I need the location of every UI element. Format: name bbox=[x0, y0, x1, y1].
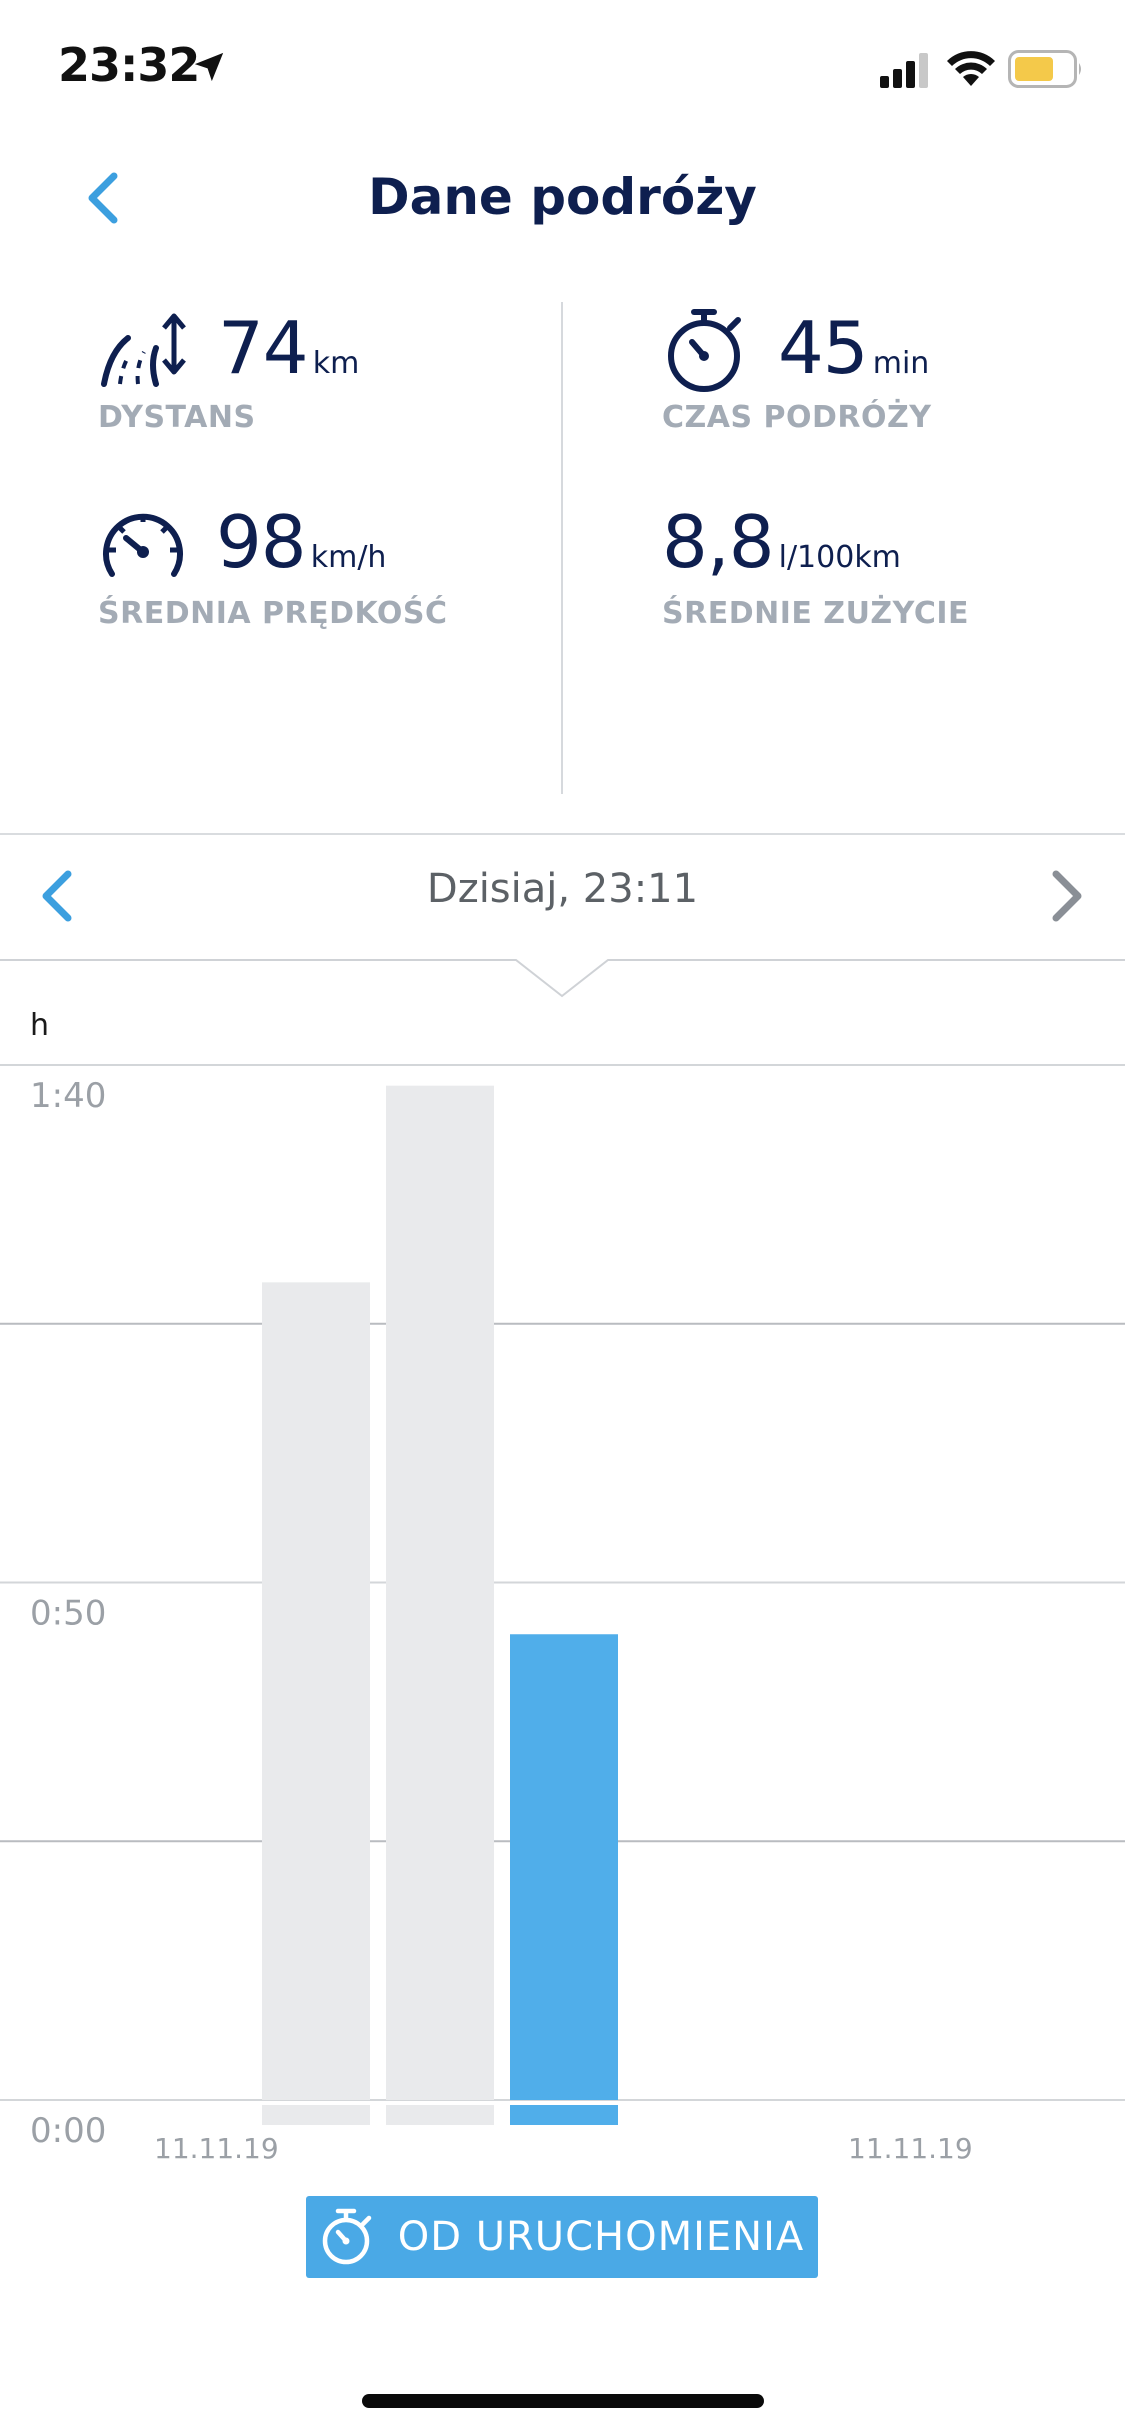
road-distance-icon bbox=[101, 313, 186, 387]
chart-bar-2 bbox=[386, 1085, 494, 2100]
travel-time-label: CZAS PODRÓŻY bbox=[662, 400, 932, 435]
since-start-button[interactable]: OD URUCHOMIENIA bbox=[306, 2196, 818, 2278]
battery-icon bbox=[1008, 50, 1081, 88]
distance-value: 74 bbox=[218, 306, 309, 390]
avg-consumption-value-group: 8,8 l/100km bbox=[662, 500, 901, 584]
chart-bar-base-2 bbox=[386, 2105, 494, 2125]
avg-consumption-unit: l/100km bbox=[778, 540, 901, 575]
chart-x-date-label: 11.11.19 bbox=[154, 2132, 279, 2165]
page-title: Dane podróży bbox=[368, 168, 757, 226]
stats-divider bbox=[561, 302, 563, 794]
location-arrow-icon bbox=[194, 52, 224, 82]
chart-ytick-label: 0:50 bbox=[30, 1594, 106, 1634]
avg-consumption-label: ŚREDNIE ZUŻYCIE bbox=[662, 596, 970, 631]
date-label: Dzisiaj, 23:11 bbox=[426, 866, 699, 912]
chart-bar-base-3 bbox=[510, 2105, 618, 2125]
wifi-icon bbox=[947, 51, 995, 86]
home-indicator bbox=[362, 2394, 764, 2408]
distance-value-group: 74 km bbox=[218, 306, 359, 390]
travel-time-value: 45 bbox=[778, 306, 869, 390]
stopwatch-icon bbox=[668, 309, 741, 392]
chart-ytick-label: 1:40 bbox=[30, 1076, 106, 1116]
avg-speed-label: ŚREDNIA PRĘDKOŚĆ bbox=[98, 596, 448, 631]
cellular-signal-icon bbox=[880, 53, 928, 88]
stopwatch-icon bbox=[322, 2208, 371, 2265]
avg-speed-value-group: 98 km/h bbox=[216, 500, 386, 584]
travel-time-value-group: 45 min bbox=[778, 306, 929, 390]
avg-consumption-value: 8,8 bbox=[662, 500, 775, 584]
trip-duration-chart: 1:40 0:50 0:00 11.11.19 11.11.19 bbox=[0, 1064, 1125, 2165]
status-time: 23:32 bbox=[58, 38, 200, 92]
chart-x-date-label: 11.11.19 bbox=[848, 2132, 973, 2165]
avg-speed-unit: km/h bbox=[310, 540, 387, 575]
avg-speed-value: 98 bbox=[216, 500, 307, 584]
chart-bar-1 bbox=[262, 1282, 370, 2100]
chart-bar-base-1 bbox=[262, 2105, 370, 2125]
date-nav-top-divider bbox=[0, 833, 1125, 835]
chart-bar-3 bbox=[510, 1634, 618, 2100]
chart-ytick-label: 0:00 bbox=[30, 2111, 106, 2151]
speedometer-icon bbox=[103, 513, 183, 577]
travel-time-unit: min bbox=[872, 346, 930, 381]
distance-label: DYSTANS bbox=[98, 400, 256, 435]
date-next-button[interactable] bbox=[1048, 868, 1086, 924]
since-start-label: OD URUCHOMIENIA bbox=[397, 2214, 805, 2260]
distance-unit: km bbox=[312, 346, 360, 381]
